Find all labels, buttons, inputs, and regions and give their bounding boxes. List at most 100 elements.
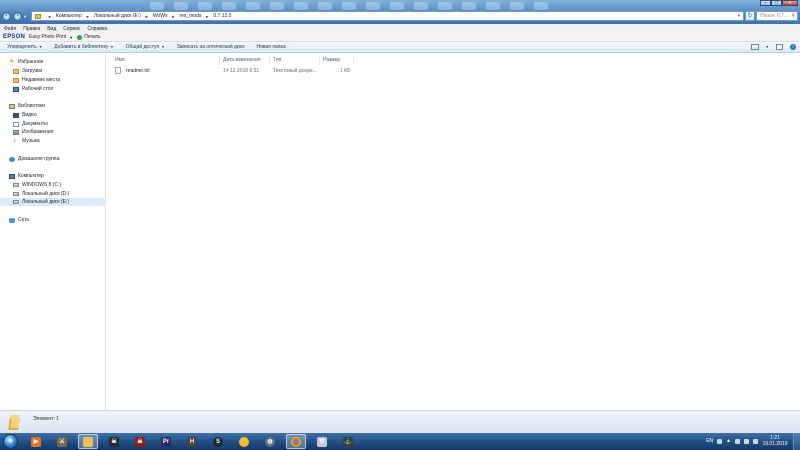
flag-icon[interactable] [735, 438, 740, 444]
terminal-icon: H [187, 436, 197, 447]
nav-computer[interactable]: Компьютер [0, 172, 106, 180]
minimize-button[interactable]: – [760, 0, 771, 6]
menu-help[interactable]: Справка [87, 26, 107, 32]
nav-label: Домашняя группа [18, 156, 60, 162]
column-divider[interactable] [319, 56, 320, 65]
menu-tools[interactable]: Сервис [63, 26, 80, 32]
menu-file[interactable]: Файл [4, 26, 16, 32]
folder-icon [8, 415, 21, 430]
start-button[interactable]: ❖ [3, 434, 18, 449]
nav-homegroup[interactable]: Домашняя группа [0, 155, 106, 163]
menu-edit[interactable]: Правка [23, 26, 40, 32]
clock[interactable]: 1:21 19.01.2019 [760, 435, 790, 447]
column-header-size[interactable]: Размер [323, 57, 340, 64]
taskbar-app-2[interactable]: ⚔ [52, 434, 72, 449]
print-icon [77, 34, 83, 40]
preview-pane-icon[interactable] [776, 44, 783, 50]
column-divider[interactable] [219, 56, 220, 65]
nav-item-music[interactable]: ♪ Музыка [0, 137, 106, 145]
taskbar-app-10[interactable]: ◍ [260, 434, 280, 449]
nav-network[interactable]: Сеть [0, 216, 106, 224]
nav-label: Видео [22, 112, 37, 118]
breadcrumb-item[interactable]: res_mods [179, 13, 201, 19]
print-button[interactable]: Печать [84, 34, 100, 40]
nav-item-video[interactable]: Видео [0, 111, 106, 119]
column-header-date[interactable]: Дата изменения [223, 57, 261, 64]
nav-item-drive-c[interactable]: WINDOWS 8 (C:) [0, 181, 106, 189]
breadcrumb: ► Компьютер ► Локальный диск (E:) ► WoWs… [44, 13, 231, 19]
computer-icon [9, 173, 15, 179]
nav-item-drive-d[interactable]: Локальный диск (D:) [0, 190, 106, 198]
volume-icon[interactable] [744, 438, 749, 444]
forward-button[interactable]: › [13, 12, 22, 21]
breadcrumb-chevron-icon[interactable]: ► [205, 14, 209, 19]
refresh-button[interactable]: ↻ [745, 11, 755, 21]
taskbar-steam[interactable]: S [208, 434, 228, 449]
column-header-type[interactable]: Тип [273, 57, 281, 64]
taskbar-media-player[interactable]: ▶ [26, 434, 46, 449]
chevron-down-icon[interactable]: ▼ [69, 35, 73, 40]
help-icon[interactable]: ? [790, 44, 796, 50]
command-bar-right: ▼ ? [750, 44, 796, 50]
pictures-icon [13, 129, 19, 135]
column-header-name[interactable]: Имя [115, 57, 125, 64]
menu-bar: Файл Правка Вид Сервис Справка [0, 24, 800, 33]
taskbar-explorer[interactable] [78, 434, 98, 449]
taskbar-yandex[interactable] [234, 434, 254, 449]
taskbar-app-12[interactable]: ✉ [312, 434, 332, 449]
network-icon[interactable] [753, 438, 758, 444]
epson-product-button[interactable]: Easy Photo Print [29, 34, 66, 40]
change-view-icon[interactable] [750, 44, 759, 50]
taskbar-app-5[interactable]: ☠ [130, 434, 150, 449]
globe-icon: ◍ [265, 436, 275, 447]
taskbar-app-7[interactable]: H [182, 434, 202, 449]
new-folder-button[interactable]: Новая папка [256, 44, 285, 50]
show-hidden-icons-icon[interactable]: ▲ [726, 438, 731, 444]
menu-view[interactable]: Вид [47, 26, 56, 32]
tray-app-icon[interactable] [717, 438, 723, 444]
column-divider[interactable] [269, 56, 270, 65]
back-button[interactable]: ‹ [2, 12, 11, 21]
breadcrumb-chevron-icon[interactable]: ► [86, 14, 90, 19]
share-with-button[interactable]: Общий доступ ▼ [126, 44, 165, 50]
nav-favorites[interactable]: ★ Избранное [0, 58, 106, 66]
add-to-library-button[interactable]: Добавить в библиотеку ▼ [54, 44, 113, 50]
breadcrumb-chevron-icon[interactable]: ► [171, 14, 175, 19]
chevron-down-icon[interactable]: ▼ [737, 13, 741, 18]
taskbar-premiere[interactable]: Pr [156, 434, 176, 449]
column-divider[interactable] [353, 56, 354, 65]
taskbar-app-4[interactable]: ☠ [104, 434, 124, 449]
nav-item-recent-places[interactable]: Недавние места [0, 76, 106, 84]
language-indicator[interactable]: EN [706, 438, 713, 444]
breadcrumb-chevron-icon[interactable]: ► [48, 14, 52, 19]
breadcrumb-item[interactable]: Локальный диск (E:) [94, 13, 141, 19]
star-icon: ★ [9, 58, 15, 65]
breadcrumb-chevron-icon[interactable]: ► [145, 14, 149, 19]
nav-item-downloads[interactable]: Загрузки [0, 67, 106, 75]
search-input[interactable]: Поиск: 0.7... ⚲ [756, 11, 798, 21]
breadcrumb-item[interactable]: Компьютер [56, 13, 82, 19]
burn-button[interactable]: Записать на оптический диск [177, 44, 245, 50]
maximize-button[interactable]: □ [771, 0, 782, 6]
nav-item-desktop[interactable]: Рабочий стол [0, 85, 106, 93]
search-placeholder: Поиск: 0.7... [760, 13, 788, 19]
nav-item-documents[interactable]: Документы [0, 120, 106, 128]
recent-pages-dropdown[interactable]: ▼ [23, 14, 28, 19]
nav-item-drive-e[interactable]: Локальный диск (E:) [0, 198, 106, 206]
breadcrumb-item[interactable]: 0.7.12.0 [213, 13, 231, 19]
taskbar-chrome[interactable] [286, 434, 306, 449]
nav-label: Библиотеки [18, 103, 46, 109]
file-row[interactable]: readme.txt 14.12.2018 6:51 Текстовый док… [112, 66, 356, 75]
taskbar-world-of-warships[interactable]: ⚓ [338, 434, 358, 449]
chevron-down-icon[interactable]: ▼ [766, 45, 769, 49]
address-bar[interactable]: ► Компьютер ► Локальный диск (E:) ► WoWs… [31, 11, 744, 21]
breadcrumb-item[interactable]: WoWs [153, 13, 168, 19]
close-button[interactable]: x [782, 0, 798, 6]
search-icon[interactable]: ⚲ [791, 12, 795, 20]
nav-item-pictures[interactable]: Изображения [0, 128, 106, 136]
epson-logo: EPSON [3, 34, 26, 40]
organize-button[interactable]: Упорядочить ▼ [7, 44, 42, 50]
file-date: 14.12.2018 6:51 [223, 68, 260, 74]
show-desktop-button[interactable] [793, 433, 800, 450]
nav-libraries[interactable]: Библиотеки [0, 102, 106, 110]
